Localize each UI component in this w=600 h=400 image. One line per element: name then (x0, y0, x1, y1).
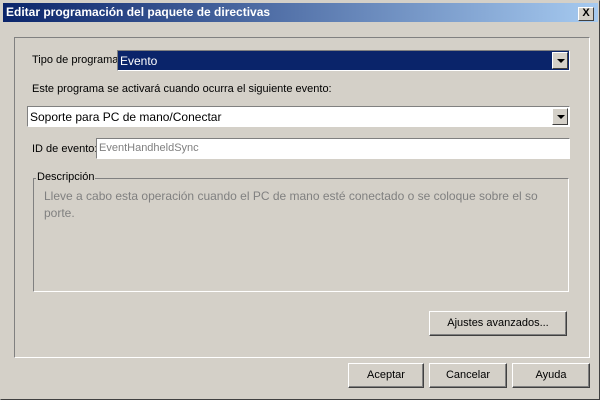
event-select-value: Soporte para PC de mano/Conectar (30, 110, 222, 124)
event-id-field[interactable]: EventHandheldSync (96, 138, 570, 159)
dialog-window: Editar programación del paquete de direc… (0, 0, 600, 400)
description-group: Descripción Lleve a cabo esta operación … (33, 171, 569, 292)
chevron-down-icon[interactable] (552, 52, 568, 69)
close-button[interactable]: X (578, 7, 594, 21)
help-button[interactable]: Ayuda (512, 363, 590, 388)
chevron-down-icon[interactable] (552, 108, 568, 125)
cancel-button[interactable]: Cancelar (429, 363, 507, 388)
description-text: Lleve a cabo esta operación cuando el PC… (44, 189, 538, 220)
event-select[interactable]: Soporte para PC de mano/Conectar (27, 106, 570, 127)
ok-button[interactable]: Aceptar (348, 363, 424, 388)
event-prompt-label: Este programa se activará cuando ocurra … (32, 83, 332, 95)
window-title: Editar programación del paquete de direc… (6, 5, 271, 19)
schedule-type-label: Tipo de programa: (32, 54, 122, 66)
event-id-label: ID de evento: (32, 143, 98, 155)
schedule-type-value: Evento (120, 54, 158, 68)
title-bar: Editar programación del paquete de direc… (3, 3, 598, 22)
schedule-type-select[interactable]: Evento (117, 50, 570, 71)
description-label: Descripción (36, 171, 96, 183)
advanced-settings-button[interactable]: Ajustes avanzados... (429, 311, 567, 336)
